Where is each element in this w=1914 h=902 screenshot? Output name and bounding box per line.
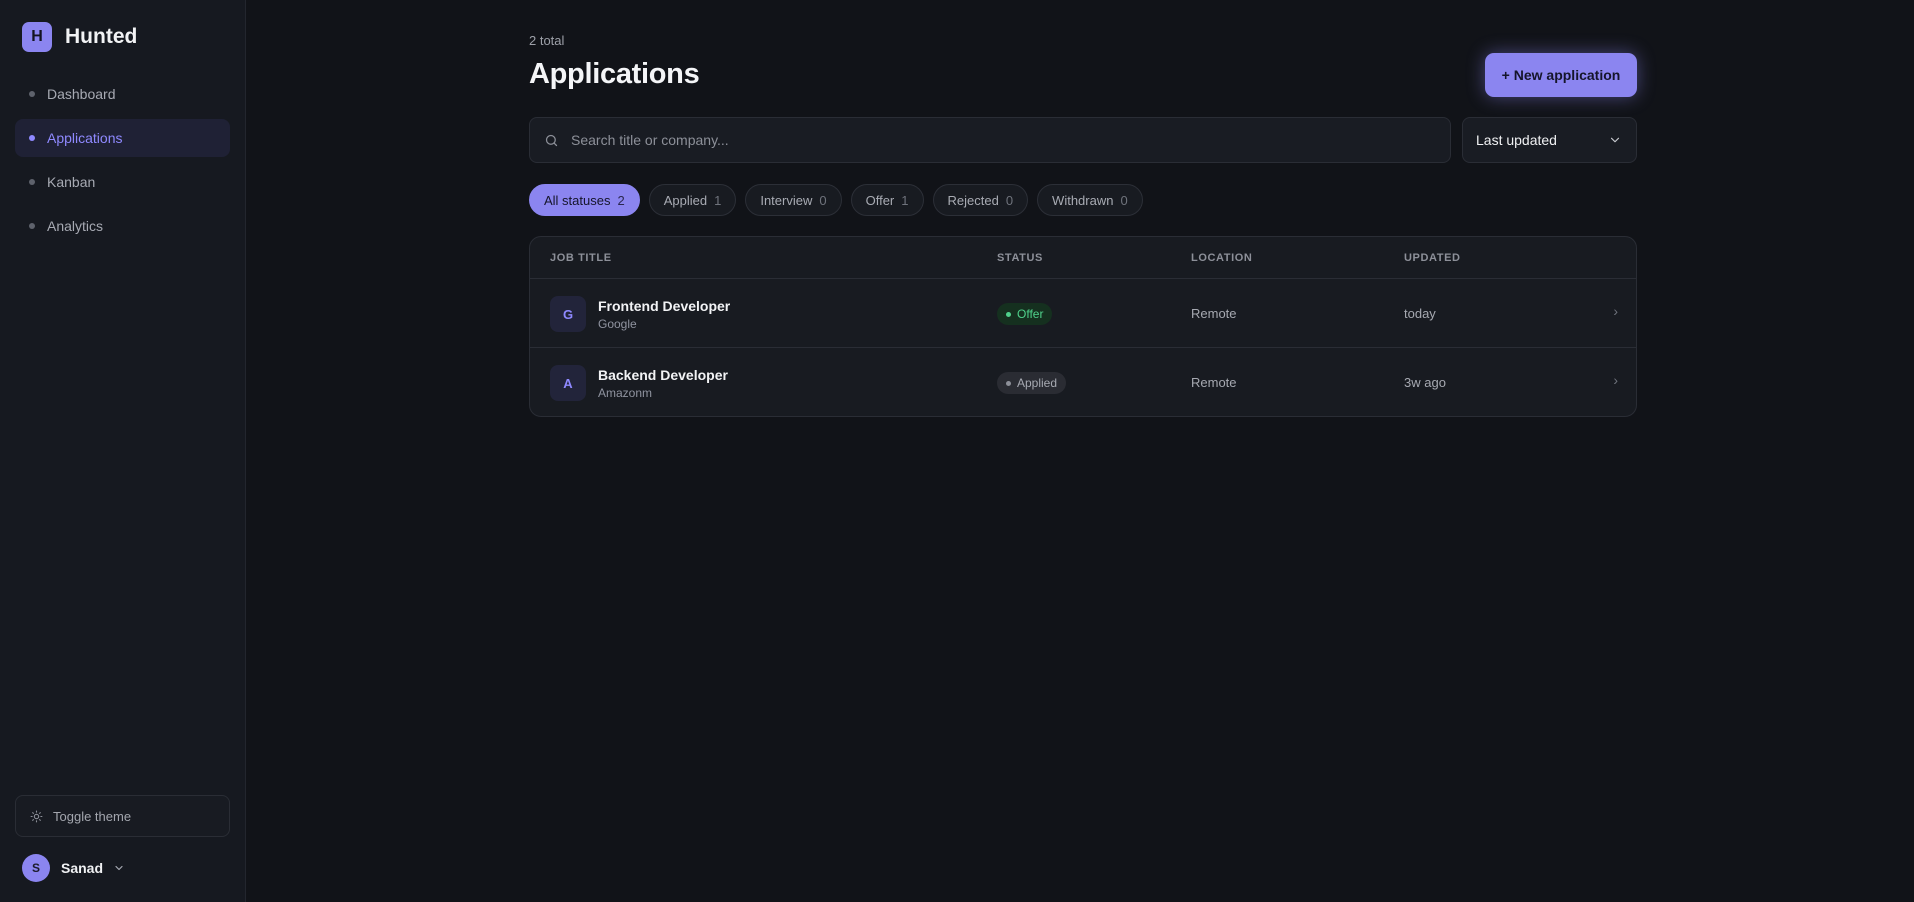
brand[interactable]: H Hunted xyxy=(22,22,137,52)
chevron-down-icon xyxy=(1610,137,1620,143)
status-dot-icon xyxy=(1006,311,1011,317)
sun-icon xyxy=(30,810,43,822)
filter-label: Offer xyxy=(865,192,895,208)
filter-count: 0 xyxy=(819,192,827,208)
chevron-right-icon: › xyxy=(1613,303,1618,319)
status-label: Applied xyxy=(1017,376,1058,390)
filter-all-statuses[interactable]: All statuses 2 xyxy=(529,184,640,216)
filter-applied[interactable]: Applied 1 xyxy=(648,184,737,216)
company-logo: G xyxy=(550,296,586,332)
column-header-updated[interactable]: UPDATED xyxy=(1404,252,1461,264)
user-name: Sanad xyxy=(61,860,104,876)
sidebar: H Hunted Dashboard Applications Kanban A… xyxy=(0,0,246,902)
sidebar-item-applications[interactable]: Applications xyxy=(15,119,230,157)
sidebar-item-dashboard[interactable]: Dashboard xyxy=(15,75,230,113)
search-icon xyxy=(545,134,558,146)
page-title: Applications xyxy=(529,58,700,90)
filter-withdrawn[interactable]: Withdrawn 0 xyxy=(1037,184,1143,216)
filter-label: All statuses xyxy=(544,192,611,208)
filter-count: 2 xyxy=(617,192,625,208)
toggle-theme-button[interactable]: Toggle theme xyxy=(15,795,230,837)
job-title: Backend Developer xyxy=(598,367,728,383)
sidebar-item-label: Applications xyxy=(47,130,123,146)
sidebar-item-analytics[interactable]: Analytics xyxy=(15,207,230,245)
filter-interview[interactable]: Interview 0 xyxy=(745,184,842,216)
total-count: 2 total xyxy=(529,33,565,48)
sidebar-item-kanban[interactable]: Kanban xyxy=(15,163,230,201)
status-dot-icon xyxy=(1006,380,1011,386)
filter-label: Interview xyxy=(760,192,813,208)
table-row[interactable]: G Frontend Developer Google Offer Remote… xyxy=(530,279,1636,348)
filter-count: 1 xyxy=(714,192,722,208)
filter-offer[interactable]: Offer 1 xyxy=(850,184,924,216)
filter-label: Applied xyxy=(663,192,708,208)
bullet-icon xyxy=(29,135,35,141)
location-cell: Remote xyxy=(1191,375,1237,390)
status-badge: Applied xyxy=(997,372,1067,394)
bullet-icon xyxy=(29,223,35,229)
bullet-icon xyxy=(29,179,35,185)
avatar: S xyxy=(22,854,50,882)
location-cell: Remote xyxy=(1191,306,1237,321)
filter-count: 1 xyxy=(901,192,909,208)
column-header-job-title[interactable]: JOB TITLE xyxy=(550,252,612,264)
chevron-right-icon: › xyxy=(1613,372,1618,388)
toggle-theme-label: Toggle theme xyxy=(53,808,132,824)
updated-cell: 3w ago xyxy=(1404,375,1446,390)
job-company: Google xyxy=(598,317,637,331)
search-box[interactable] xyxy=(529,117,1451,163)
filter-count: 0 xyxy=(1120,192,1128,208)
column-header-status[interactable]: STATUS xyxy=(997,252,1043,264)
filter-label: Rejected xyxy=(947,192,999,208)
filter-rejected[interactable]: Rejected 0 xyxy=(932,184,1029,216)
status-filters: All statuses 2 Applied 1 Interview 0 Off… xyxy=(529,184,1152,216)
job-title: Frontend Developer xyxy=(598,298,731,314)
sort-select[interactable]: Last updated xyxy=(1462,117,1637,163)
applications-table: JOB TITLE STATUS LOCATION UPDATED G Fron… xyxy=(529,236,1637,417)
chevron-down-icon xyxy=(115,865,123,871)
filter-label: Withdrawn xyxy=(1052,192,1114,208)
brand-name: Hunted xyxy=(65,25,138,48)
job-company: Amazonm xyxy=(598,386,653,400)
status-badge: Offer xyxy=(997,303,1053,325)
brand-logo: H xyxy=(22,22,52,52)
sidebar-item-label: Dashboard xyxy=(47,86,116,102)
table-header: JOB TITLE STATUS LOCATION UPDATED xyxy=(530,237,1636,279)
user-menu[interactable]: S Sanad xyxy=(22,854,125,882)
sidebar-item-label: Kanban xyxy=(47,174,96,190)
sidebar-item-label: Analytics xyxy=(47,218,104,234)
search-input[interactable] xyxy=(571,132,1431,148)
new-application-button[interactable]: + New application xyxy=(1485,53,1637,97)
status-label: Offer xyxy=(1017,307,1044,321)
column-header-location[interactable]: LOCATION xyxy=(1191,252,1252,264)
bullet-icon xyxy=(29,91,35,97)
sort-selected-value: Last updated xyxy=(1476,132,1557,148)
updated-cell: today xyxy=(1404,306,1436,321)
table-row[interactable]: A Backend Developer Amazonm Applied Remo… xyxy=(530,348,1636,416)
filter-count: 0 xyxy=(1005,192,1014,208)
company-logo: A xyxy=(550,365,586,401)
sidebar-nav: Dashboard Applications Kanban Analytics xyxy=(15,75,230,251)
